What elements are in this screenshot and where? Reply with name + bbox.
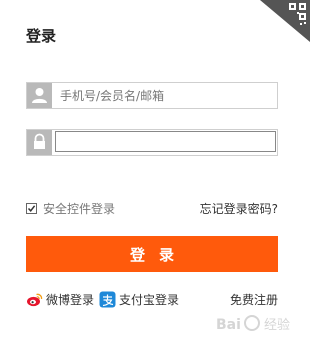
secure-control-checkbox[interactable]: [26, 202, 37, 214]
alipay-login-label: 支付宝登录: [119, 293, 180, 307]
secure-control-option: 安全控件登录: [26, 200, 115, 216]
alipay-login-link[interactable]: 支付宝登录: [99, 291, 179, 308]
weibo-login-link[interactable]: 微博登录: [26, 291, 94, 308]
password-input[interactable]: [52, 130, 277, 155]
forgot-password-link[interactable]: 忘记登录密码?: [200, 200, 278, 217]
username-field: [26, 82, 278, 109]
register-link[interactable]: 免费注册: [230, 291, 278, 308]
qr-code-corner-icon[interactable]: [260, 0, 310, 42]
checkmark-icon: [27, 204, 36, 212]
weibo-login-label: 微博登录: [46, 293, 95, 307]
alipay-icon: [99, 291, 116, 308]
weibo-icon: [27, 293, 43, 307]
username-input[interactable]: [52, 83, 277, 108]
lock-icon: [27, 130, 52, 155]
page-title: 登录: [26, 27, 57, 45]
watermark-logo: Bai 经验: [214, 312, 310, 335]
secure-control-label[interactable]: 安全控件登录: [43, 200, 115, 217]
user-icon: [27, 83, 52, 108]
svg-text:经验: 经验: [264, 317, 290, 333]
login-panel: 登录 安全控件登录 忘记登录密码? 登录: [0, 0, 310, 335]
password-field: [26, 129, 278, 156]
svg-text:Bai: Bai: [216, 317, 241, 333]
alternative-login-row: 微博登录 支付宝登录 免费注册: [26, 291, 278, 309]
login-button[interactable]: 登录: [26, 236, 278, 272]
